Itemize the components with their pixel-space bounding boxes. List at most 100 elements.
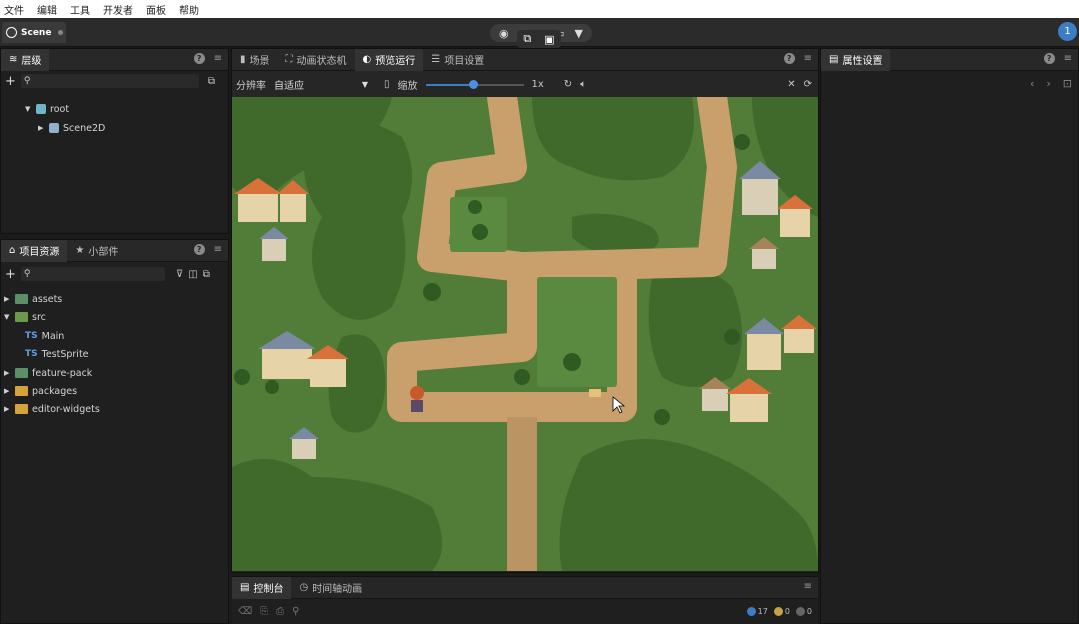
- error-icon: [795, 606, 805, 616]
- menu-panels[interactable]: 面板: [146, 2, 166, 17]
- path-shading: [507, 417, 537, 571]
- warning-icon: [773, 606, 783, 616]
- add-icon[interactable]: +: [5, 74, 16, 89]
- tab-label: 动画状态机: [296, 56, 347, 67]
- expand-icon[interactable]: ▶: [4, 405, 11, 413]
- split-view-icon[interactable]: ◫: [188, 269, 197, 280]
- properties-nav: ‹ › ⊡: [1030, 77, 1072, 90]
- forward-icon[interactable]: ›: [1046, 77, 1050, 90]
- tab-widgets[interactable]: ★ 小部件: [67, 240, 126, 262]
- reload-icon[interactable]: ⟳: [804, 79, 812, 90]
- expand-icon[interactable]: ▶: [4, 387, 11, 395]
- collapse-icon[interactable]: ⧉: [203, 269, 210, 280]
- tree-item-root[interactable]: ▼ root: [25, 101, 69, 117]
- tab-properties[interactable]: ▤ 属性设置: [821, 48, 891, 71]
- menu-edit[interactable]: 编辑: [37, 2, 57, 17]
- tab-label: 属性设置: [842, 56, 883, 67]
- lock-icon[interactable]: ⊡: [1063, 77, 1072, 90]
- tree-item-main[interactable]: TS Main: [25, 328, 64, 344]
- user-badge[interactable]: 1: [1058, 22, 1077, 41]
- help-icon[interactable]: ?: [193, 244, 205, 255]
- menu-icon[interactable]: ≡: [214, 244, 222, 255]
- filter-icon[interactable]: ⊽: [176, 269, 183, 280]
- back-icon[interactable]: ‹: [1030, 77, 1034, 90]
- clear-icon[interactable]: ⌫: [238, 606, 252, 617]
- menu-icon[interactable]: ≡: [804, 53, 812, 64]
- resolution-select[interactable]: 自适应 ▼: [274, 77, 368, 92]
- menu-icon[interactable]: ≡: [1064, 53, 1072, 64]
- list-icon: ▤: [829, 54, 839, 65]
- print-icon[interactable]: ⎙: [276, 606, 284, 617]
- menu-developer[interactable]: 开发者: [103, 2, 133, 17]
- add-icon[interactable]: +: [5, 267, 16, 282]
- console-header: ▤ 控制台 ◷ 时间轴动画 ≡: [232, 576, 818, 599]
- resolution-label: 分辨率: [236, 81, 266, 92]
- top-toolbar: Scene ◉ ⊕ ▯ ▭ ▼ ⧉ ▣ 1: [0, 18, 1079, 48]
- scale-slider-fill: [425, 83, 473, 86]
- game-preview-canvas[interactable]: [232, 97, 818, 571]
- tab-timeline[interactable]: ◷ 时间轴动画: [291, 577, 370, 599]
- scene-tab[interactable]: Scene: [2, 22, 66, 43]
- tree-item-label: Main: [41, 330, 65, 342]
- help-icon[interactable]: ?: [193, 53, 205, 64]
- expand-icon[interactable]: ▶: [38, 124, 45, 132]
- menu-tools[interactable]: 工具: [70, 2, 90, 17]
- hierarchy-panel: ≋ 层级 ? ≡ + ⚲ ⧉ ▼ root ▶ Scene2D: [0, 48, 229, 234]
- scale-slider[interactable]: [425, 79, 524, 89]
- assets-panel: ⌂ 项目资源 ★ 小部件 ? ≡ + ⚲ ⊽ ◫ ⧉ ▶ assets ▼ sr…: [0, 239, 229, 624]
- tree-item-feature-pack[interactable]: ▶ feature-pack: [4, 365, 92, 381]
- tree-item-scene2d[interactable]: ▶ Scene2D: [38, 120, 105, 136]
- tree-item-packages[interactable]: ▶ packages: [4, 383, 77, 399]
- expand-icon[interactable]: ▶: [4, 295, 11, 303]
- assets-search-row: + ⚲ ⊽ ◫ ⧉: [1, 264, 228, 284]
- refresh-icon[interactable]: ↻: [564, 79, 572, 90]
- tab-label: 场景: [249, 56, 270, 67]
- tree-item-src[interactable]: ▼ src: [4, 309, 46, 325]
- help-icon[interactable]: ?: [783, 53, 795, 64]
- warn-count[interactable]: 0: [773, 606, 790, 616]
- search-icon: ⚲: [23, 76, 31, 86]
- chevron-down-icon[interactable]: ▼: [575, 27, 583, 40]
- scene-tab-label: Scene: [21, 27, 52, 38]
- info-count[interactable]: 17: [746, 606, 768, 616]
- record-icon[interactable]: ◉: [499, 27, 509, 40]
- tab-project-assets[interactable]: ⌂ 项目资源: [1, 239, 68, 262]
- tab-preview[interactable]: ◐ 预览运行: [354, 48, 424, 71]
- tab-scene[interactable]: ▮ 场景: [232, 49, 278, 71]
- menu-help[interactable]: 帮助: [179, 2, 199, 17]
- assets-search-input[interactable]: ⚲: [20, 267, 165, 281]
- typescript-icon: TS: [25, 349, 38, 359]
- layers-icon: ≋: [9, 54, 18, 65]
- expand-icon[interactable]: ▶: [4, 369, 11, 377]
- tree-item-testsprite[interactable]: TS TestSprite: [25, 346, 89, 362]
- search-icon[interactable]: ⚲: [292, 606, 299, 617]
- phone-icon[interactable]: ▯: [384, 79, 390, 90]
- tab-hierarchy[interactable]: ≋ 层级: [1, 48, 50, 71]
- tab-animator[interactable]: ⛶ 动画状态机: [278, 49, 355, 71]
- tree-item-editor-widgets[interactable]: ▶ editor-widgets: [4, 401, 100, 417]
- npc-character: [589, 389, 601, 397]
- help-icon[interactable]: ?: [1043, 53, 1055, 64]
- typescript-icon: TS: [25, 331, 38, 341]
- mute-icon[interactable]: 🔈︎: [580, 79, 586, 90]
- scale-slider-knob[interactable]: [468, 79, 478, 89]
- collapse-icon[interactable]: ⧉: [208, 76, 215, 87]
- tab-hierarchy-label: 层级: [21, 56, 42, 67]
- error-count[interactable]: 0: [795, 606, 812, 616]
- run-preview-icon[interactable]: ⧉: [523, 32, 531, 46]
- wrench-icon[interactable]: ✕: [787, 79, 795, 90]
- tree-item-assets[interactable]: ▶ assets: [4, 291, 62, 307]
- expand-icon[interactable]: ▼: [25, 105, 32, 113]
- run-window-icon[interactable]: ▣: [544, 33, 554, 46]
- copy-icon[interactable]: ⎘: [260, 606, 268, 617]
- menu-file[interactable]: 文件: [4, 2, 24, 17]
- tab-console[interactable]: ▤ 控制台: [232, 576, 292, 599]
- graph-icon: ⛶: [285, 54, 293, 65]
- folder-icon: [15, 368, 28, 378]
- tab-project-settings[interactable]: ☰ 项目设置: [423, 49, 492, 71]
- menu-icon[interactable]: ≡: [804, 581, 812, 592]
- menu-icon[interactable]: ≡: [214, 53, 222, 64]
- expand-icon[interactable]: ▼: [4, 313, 11, 321]
- resolution-value: 自适应: [274, 81, 304, 92]
- hierarchy-search-input[interactable]: ⚲: [20, 74, 199, 88]
